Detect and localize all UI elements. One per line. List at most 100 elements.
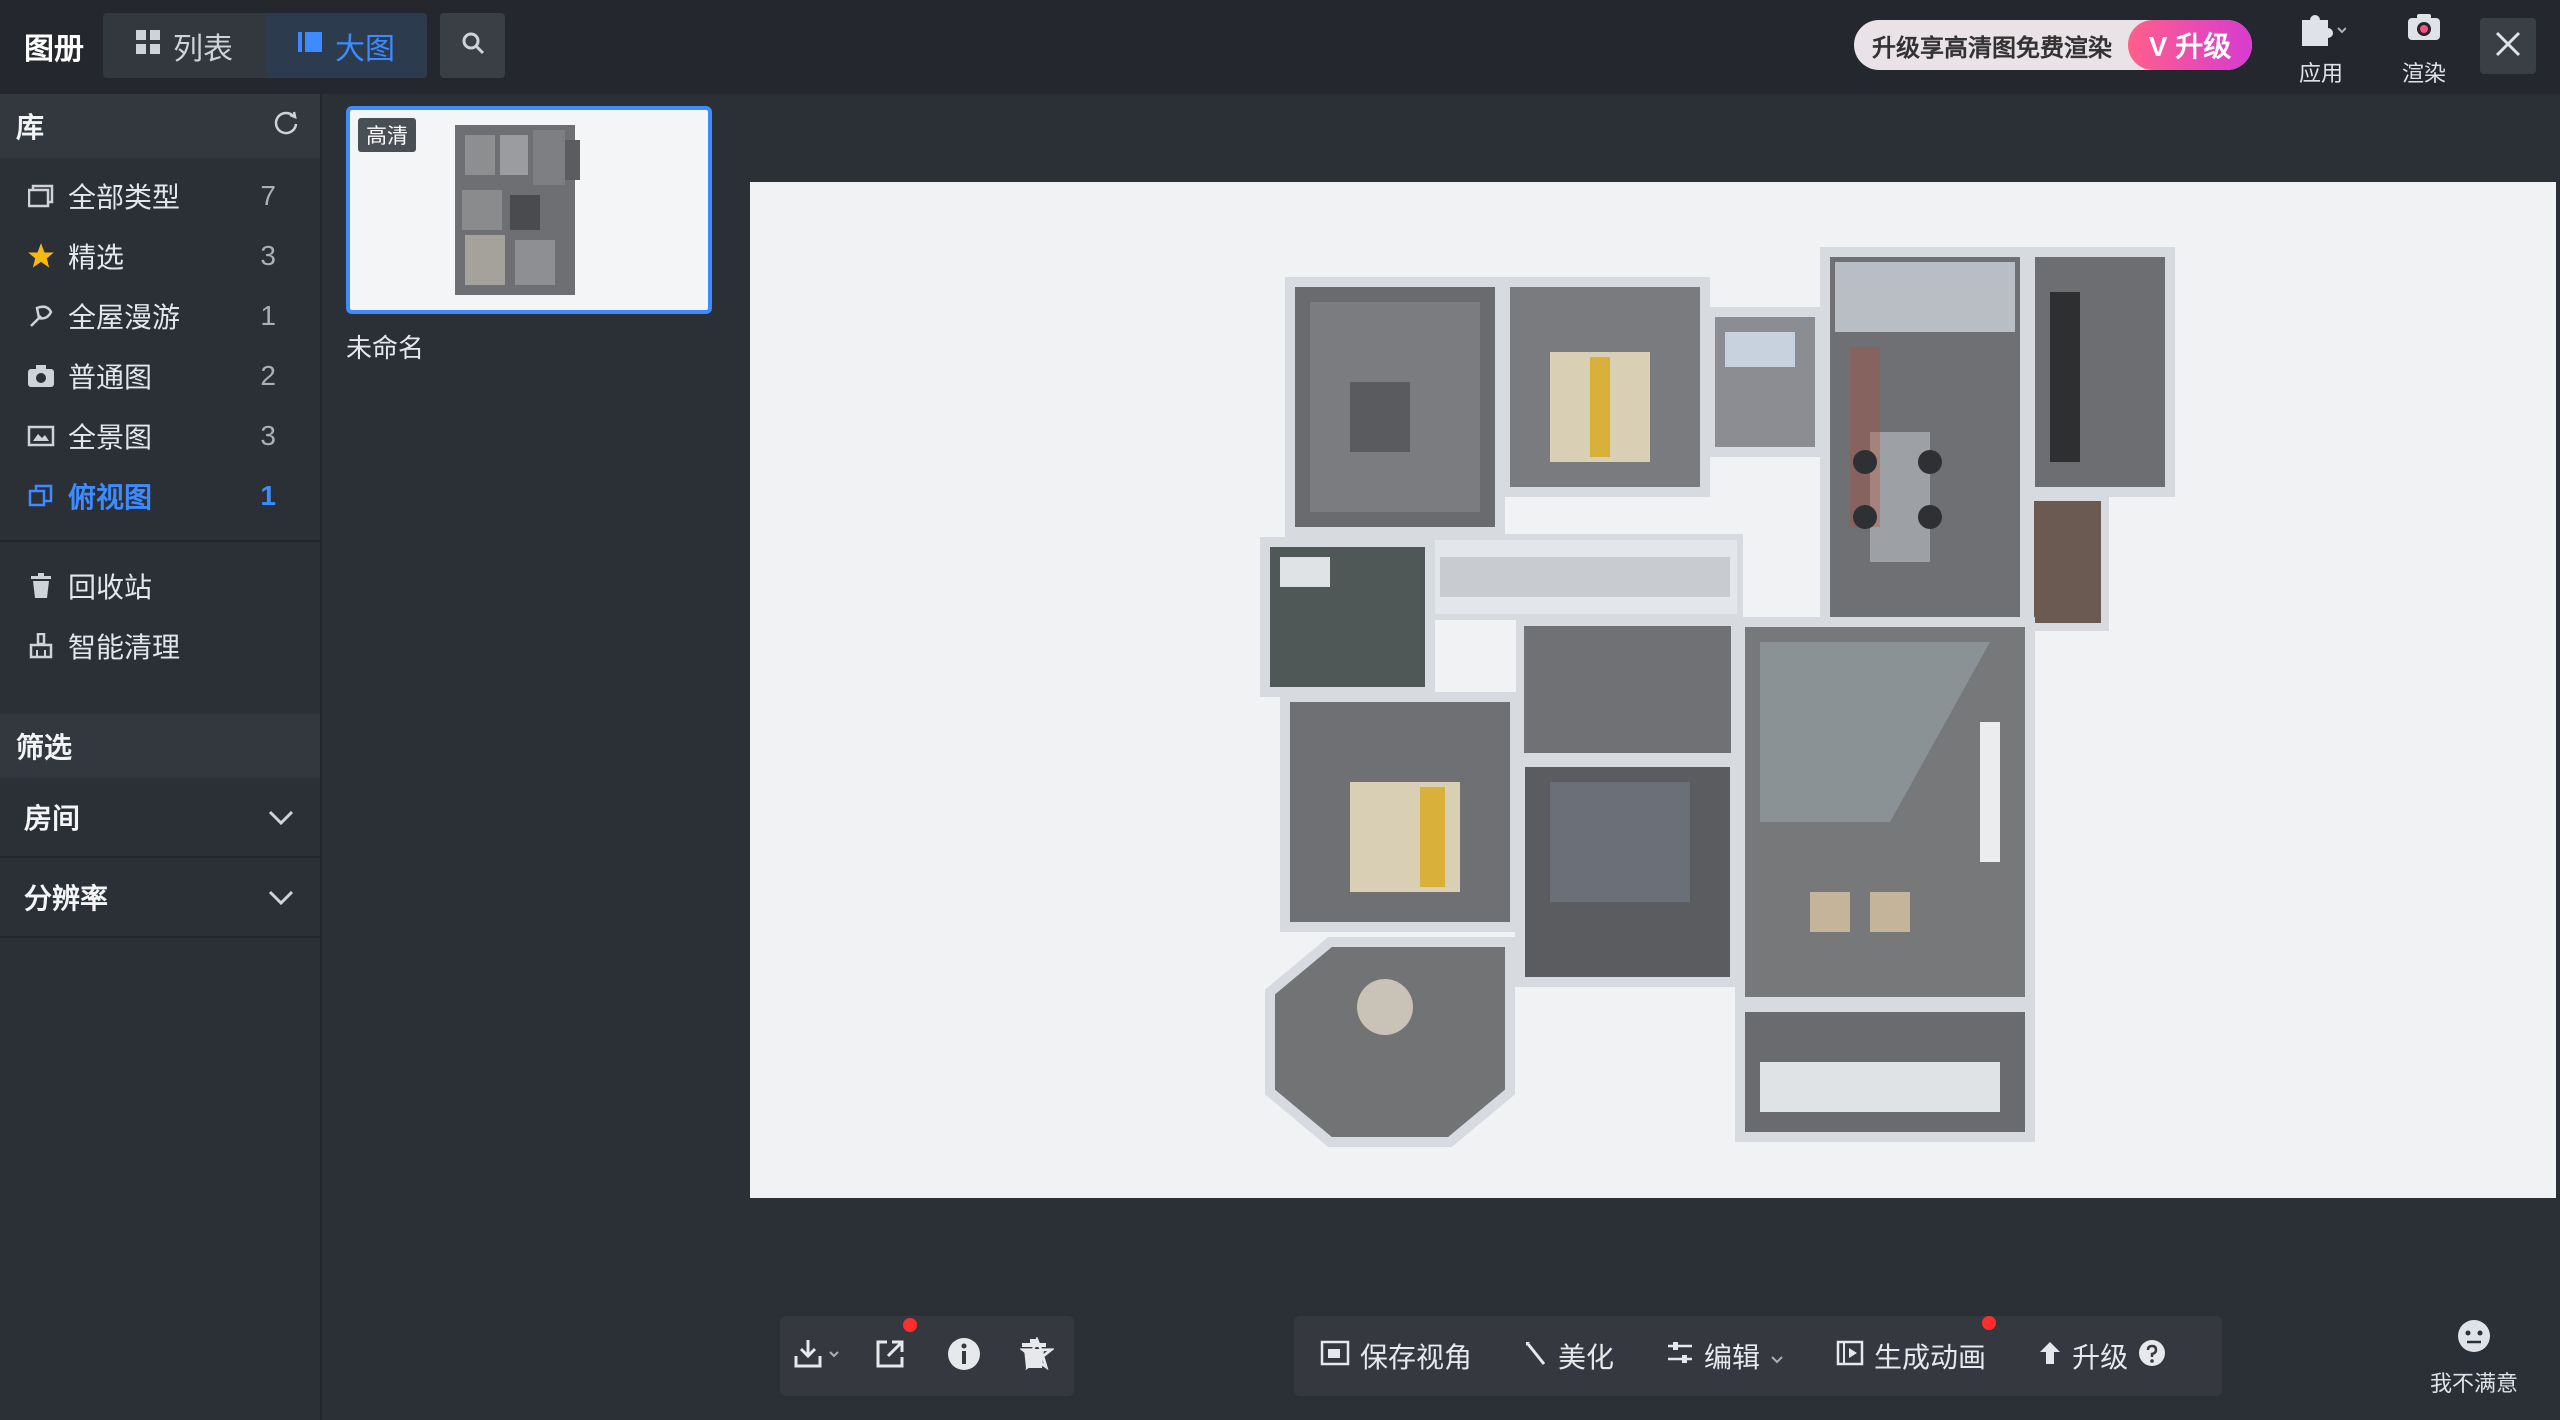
top-bar: 图册 列表 大图 升级享高清图免费渲染 V 升级 应用 渲染: [0, 0, 2560, 94]
sidebar-item-normal[interactable]: 普通图 2: [0, 346, 320, 406]
render-button[interactable]: 渲染: [2402, 8, 2446, 88]
filter-resolution-toggle[interactable]: 分辨率: [0, 858, 320, 938]
save-view-button[interactable]: 保存视角: [1294, 1316, 1498, 1396]
star-icon: [26, 241, 56, 271]
sidebar-item-count: 3: [260, 240, 276, 271]
download-icon: [794, 1338, 840, 1375]
main-image-canvas[interactable]: [750, 182, 2556, 1198]
film-icon: [1836, 1340, 1864, 1373]
trash-icon: [1020, 1338, 1048, 1374]
list-view-label: 列表: [173, 32, 233, 66]
chevron-down-icon: [268, 881, 294, 913]
close-icon: [2493, 29, 2523, 64]
sidebar: 库 全部类型 7 精选 3 全屋漫游 1 普通图 2 全景图 3 俯视图 1 回…: [0, 94, 322, 1420]
sidebar-item-smart-clean[interactable]: 智能清理: [0, 616, 320, 676]
sidebar-item-recycle-bin[interactable]: 回收站: [0, 556, 320, 616]
thumbnail-list: 高清 未命名: [324, 94, 748, 1420]
sidebar-item-top-view[interactable]: 俯视图 1: [0, 466, 320, 526]
feedback-button[interactable]: 我不满意: [2430, 1318, 2518, 1398]
sidebar-item-label: 回收站: [68, 572, 153, 603]
filter-room-toggle[interactable]: 房间: [0, 778, 320, 858]
floorplan-top-view-image: [1260, 247, 2175, 1147]
app-title: 图册: [24, 33, 84, 66]
library-title: 库: [16, 112, 45, 143]
share-button[interactable]: [854, 1316, 928, 1396]
sidebar-item-count: 7: [260, 180, 276, 211]
image-stack-icon: [26, 181, 56, 211]
sidebar-item-label: 全部类型: [68, 182, 181, 213]
panorama-icon: [26, 421, 56, 451]
beautify-label: 美化: [1558, 1342, 1615, 1373]
large-view-label: 大图: [335, 32, 395, 66]
sidebar-item-all-types[interactable]: 全部类型 7: [0, 166, 320, 226]
camera-icon: [26, 361, 56, 391]
upgrade-promo-banner[interactable]: 升级享高清图免费渲染 V 升级: [1854, 20, 2252, 70]
chevron-down-icon: [268, 801, 294, 833]
image-viewer: 保存视角 美化 编辑 生成动画 升级: [748, 94, 2560, 1420]
apps-label: 应用: [2298, 61, 2343, 86]
info-button[interactable]: [927, 1316, 1001, 1396]
render-label: 渲染: [2402, 61, 2447, 86]
vip-upgrade-button[interactable]: V 升级: [2128, 20, 2252, 70]
walkthrough-icon: [26, 301, 56, 331]
sidebar-item-label: 全景图: [68, 422, 153, 453]
refresh-icon[interactable]: [272, 109, 300, 144]
sidebar-item-count: 1: [260, 300, 276, 331]
upgrade-button[interactable]: 升级: [2012, 1316, 2192, 1396]
generate-animation-button[interactable]: 生成动画: [1810, 1316, 2012, 1396]
beautify-button[interactable]: 美化: [1498, 1316, 1640, 1396]
search-button[interactable]: [440, 13, 505, 78]
sidebar-item-count: 3: [260, 420, 276, 451]
edit-button[interactable]: 编辑: [1640, 1316, 1810, 1396]
sidebar-item-label: 普通图: [68, 362, 153, 393]
sidebar-divider: [0, 540, 320, 542]
save-view-label: 保存视角: [1360, 1342, 1473, 1373]
upgrade-label: 升级: [2072, 1342, 2129, 1373]
large-view-button[interactable]: 大图: [265, 13, 427, 78]
camera-icon: [2404, 8, 2444, 54]
filter-title: 筛选: [16, 732, 73, 763]
save-view-icon: [1320, 1340, 1350, 1373]
grid-icon: [135, 29, 161, 63]
sidebar-item-label: 全屋漫游: [68, 302, 181, 333]
trash-icon: [26, 571, 56, 601]
generate-animation-label: 生成动画: [1874, 1342, 1987, 1373]
broom-icon: [26, 631, 56, 661]
sidebar-item-walkthrough[interactable]: 全屋漫游 1: [0, 286, 320, 346]
sidebar-item-featured[interactable]: 精选 3: [0, 226, 320, 286]
sidebar-item-count: 1: [260, 480, 276, 511]
arrow-up-icon: [2038, 1340, 2062, 1373]
thumbnail-name: 未命名: [346, 333, 425, 363]
hd-badge: 高清: [358, 118, 416, 152]
image-edit-toolbar: 保存视角 美化 编辑 生成动画 升级: [1294, 1316, 2222, 1396]
view-toggle: 列表 大图: [103, 13, 427, 78]
delete-button[interactable]: [994, 1316, 1074, 1396]
filter-room-label: 房间: [24, 803, 81, 834]
filter-header: 筛选: [0, 714, 320, 778]
sidebar-item-label: 俯视图: [68, 482, 153, 513]
download-button[interactable]: [780, 1316, 854, 1396]
info-icon: [947, 1337, 981, 1376]
top-view-icon: [26, 481, 56, 511]
list-view-button[interactable]: 列表: [103, 13, 265, 78]
feedback-label: 我不满意: [2430, 1371, 2519, 1396]
close-button[interactable]: [2480, 18, 2536, 74]
notification-dot: [903, 1318, 917, 1332]
thumbnail-card[interactable]: 高清: [346, 106, 712, 314]
sidebar-item-label: 精选: [68, 242, 125, 273]
sidebar-item-label: 智能清理: [68, 632, 181, 663]
sidebar-item-count: 2: [260, 360, 276, 391]
sliders-icon: [1666, 1340, 1694, 1373]
search-icon: [460, 30, 486, 61]
filter-resolution-label: 分辨率: [24, 883, 109, 914]
large-image-icon: [297, 29, 323, 63]
magic-wand-icon: [1524, 1340, 1548, 1373]
help-icon[interactable]: [2138, 1339, 2166, 1374]
apps-button[interactable]: 应用: [2296, 8, 2347, 88]
edit-label: 编辑: [1704, 1342, 1761, 1373]
external-link-icon: [874, 1338, 906, 1375]
sidebar-item-panorama[interactable]: 全景图 3: [0, 406, 320, 466]
library-header: 库: [0, 94, 320, 158]
puzzle-icon: [2296, 8, 2347, 54]
delete-button-wrapper: [994, 1316, 1074, 1396]
